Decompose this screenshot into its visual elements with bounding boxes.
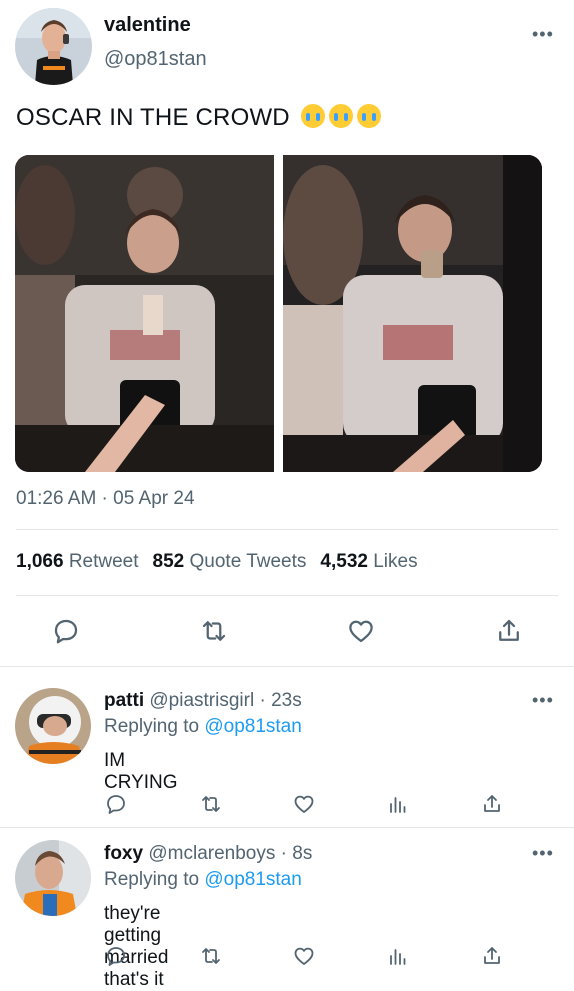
reply-2-age: · 8s [280,843,313,864]
tweet-photo-2[interactable] [283,155,542,472]
retweet-icon [202,948,220,964]
author-handle[interactable]: @op81stan [104,48,207,71]
author-display-name[interactable]: valentine [104,14,191,37]
reply-2-avatar-image [15,840,91,916]
reply-1-like-button[interactable] [292,792,316,816]
share-icon [484,947,500,964]
quote-tweets-count: 852 [152,551,185,572]
likes-count: 4,532 [320,551,368,572]
tweet-text-content: OSCAR IN THE CROWD [16,104,290,131]
tweet-photo-1-image [15,155,274,472]
like-button[interactable] [346,616,376,646]
more-dots-icon[interactable]: ••• [532,690,554,711]
divider [16,595,558,596]
heart-icon [294,947,314,965]
reply-2-display-name[interactable]: foxy [104,843,143,864]
reply-1-age: · 23s [259,690,302,711]
reply-2-analytics-button[interactable] [386,944,410,968]
reply-1-avatar-image [15,688,91,764]
reply-2-replying-to[interactable]: @op81stan [204,869,301,890]
retweet-count: 1,066 [16,551,64,572]
author-avatar[interactable] [15,8,92,85]
likes-stat[interactable]: 4,532 Likes [320,551,417,572]
loudly-crying-face-emoji [356,104,381,128]
divider [16,529,558,530]
tweet-photo-1[interactable] [15,155,274,472]
reply-button[interactable] [51,616,81,646]
retweet-button[interactable] [199,616,229,646]
reply-1-handle[interactable]: @piastrisgirl [149,690,254,711]
heart-icon [294,795,314,813]
reply-1-retweet-button[interactable] [199,792,223,816]
tweet-timestamp[interactable]: 01:26 AM · 05 Apr 24 [16,488,195,510]
reply-2-avatar[interactable] [15,840,91,916]
share-icon [484,795,500,812]
retweet-label: Retweet [68,551,139,572]
reply-2-replying-prefix: Replying to [104,869,200,890]
reply-2-reply-button[interactable] [104,944,128,968]
more-dots-icon[interactable]: ••• [532,24,554,45]
author-avatar-image [15,8,92,85]
tweet-text: OSCAR IN THE CROWD [16,104,381,132]
analytics-bars-icon [390,949,406,965]
reply-1-replying-prefix: Replying to [104,716,200,737]
tweet-stats: 1,066 Retweet 852 Quote Tweets 4,532 Likes [16,551,418,573]
reply-2-retweet-button[interactable] [199,944,223,968]
reply-2-handle[interactable]: @mclarenboys [148,843,275,864]
quote-tweets-label: Quote Tweets [189,551,307,572]
quote-tweets-stat[interactable]: 852 Quote Tweets [153,551,307,572]
analytics-bars-icon [390,797,406,813]
heart-icon [349,620,373,643]
retweet-stat[interactable]: 1,066 Retweet [16,551,139,572]
tweet-photo-2-image [283,155,542,472]
divider [0,666,574,667]
reply-1-display-name[interactable]: patti [104,690,144,711]
loudly-crying-face-emoji [328,104,353,128]
retweet-icon [202,621,226,641]
comment-bubble-icon [107,947,125,966]
reply-1-replying-to[interactable]: @op81stan [204,716,301,737]
reply-1-avatar[interactable] [15,688,91,764]
reply-1-share-button[interactable] [480,792,504,816]
comment-bubble-icon [54,619,78,644]
comment-bubble-icon [107,795,125,814]
reply-1-text: IM CRYING [104,750,178,793]
share-icon [499,619,519,641]
more-dots-icon[interactable]: ••• [532,843,554,864]
loudly-crying-face-emoji [300,104,325,128]
reply-1-analytics-button[interactable] [386,792,410,816]
retweet-icon [202,796,220,812]
divider [0,827,574,828]
likes-label: Likes [373,551,418,572]
share-button[interactable] [494,616,524,646]
reply-2-like-button[interactable] [292,944,316,968]
reply-1-reply-button[interactable] [104,792,128,816]
reply-2-share-button[interactable] [480,944,504,968]
